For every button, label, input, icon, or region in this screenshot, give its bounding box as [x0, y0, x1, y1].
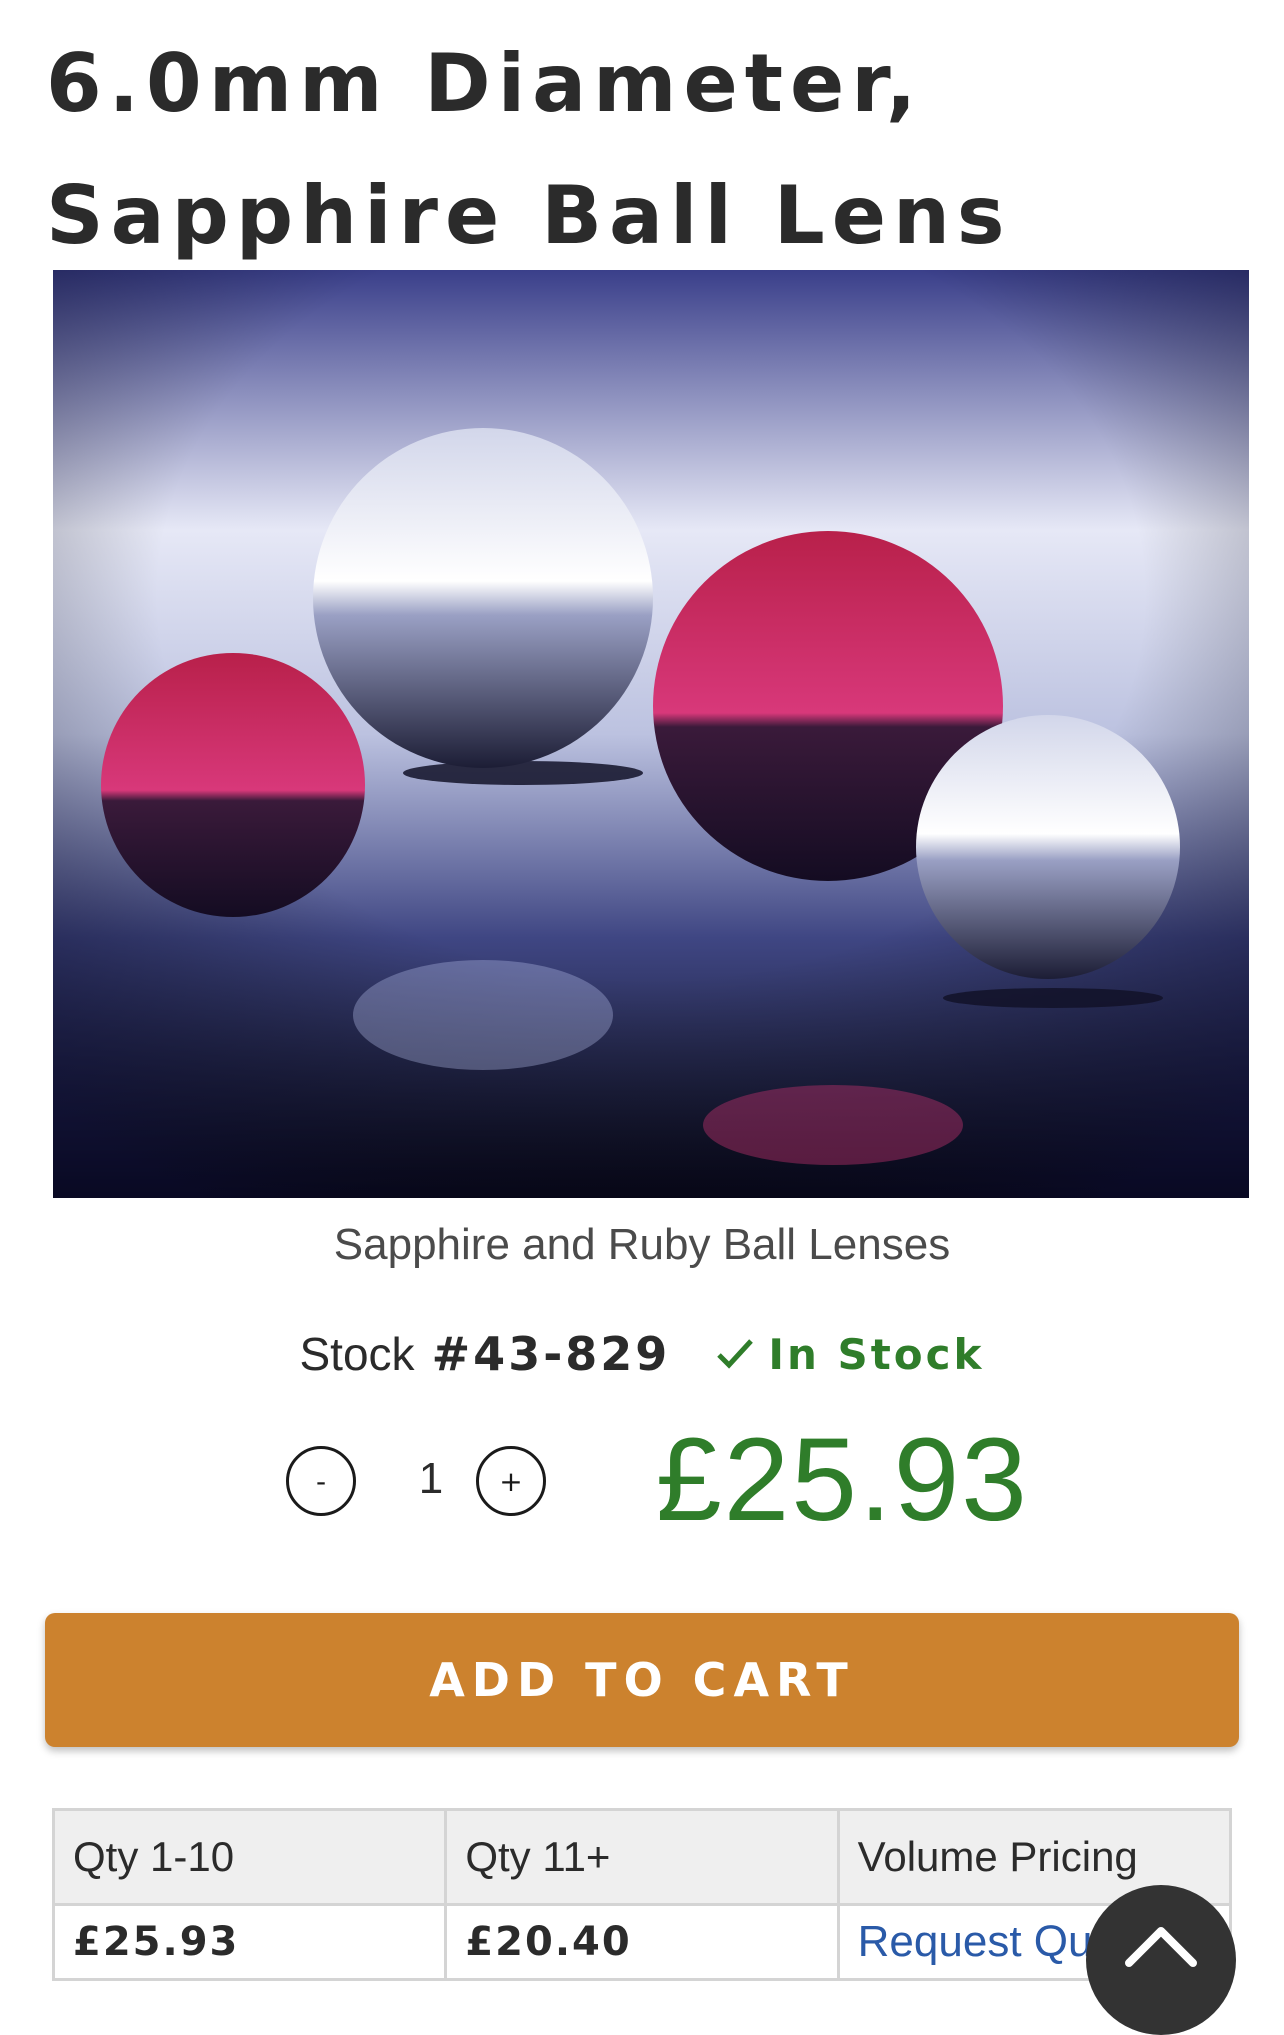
stock-number: #43-829	[431, 1327, 671, 1381]
product-title-line-1: 6.0mm Diameter,	[46, 37, 924, 130]
volume-pricing-table: Qty 1-10 Qty 11+ Volume Pricing £25.93 £…	[51, 1808, 1233, 1981]
back-to-top-button[interactable]	[1086, 1885, 1236, 2035]
price-qty-11-plus: £20.40	[444, 1903, 840, 1981]
chevron-up-icon	[1125, 1927, 1197, 1967]
add-to-cart-button[interactable]: ADD TO CART	[45, 1613, 1239, 1747]
ball-lenses-photo	[53, 270, 1249, 1198]
product-image[interactable]	[53, 270, 1249, 1198]
stock-label: Stock	[299, 1328, 415, 1380]
pricing-header-row: Qty 1-10 Qty 11+ Volume Pricing	[51, 1808, 1233, 1906]
quantity-price-row: - 1 + £25.93	[286, 1410, 1186, 1550]
pricing-value-row: £25.93 £20.40 Request Quote	[51, 1903, 1233, 1981]
pricing-header-qty-1-10: Qty 1-10	[51, 1808, 448, 1906]
pricing-header-qty-11-plus: Qty 11+	[444, 1808, 840, 1906]
image-caption: Sapphire and Ruby Ball Lenses	[333, 1220, 951, 1269]
availability-label: In Stock	[768, 1329, 985, 1379]
decrease-quantity-button[interactable]: -	[286, 1446, 356, 1516]
quantity-value[interactable]: 1	[396, 1454, 466, 1504]
product-title: 6.0mm Diameter, Sapphire Ball Lens	[46, 18, 1246, 282]
checkmark-icon	[717, 1339, 754, 1369]
product-title-line-2: Sapphire Ball Lens	[46, 169, 1012, 262]
availability-status: In Stock	[716, 1330, 984, 1379]
stock-row: Stock #43-829 In Stock	[0, 1322, 1284, 1386]
stock-info: Stock #43-829	[300, 1327, 671, 1381]
product-price: £25.93	[656, 1414, 1029, 1546]
increase-quantity-button[interactable]: +	[476, 1446, 546, 1516]
price-qty-1-10: £25.93	[51, 1903, 448, 1981]
